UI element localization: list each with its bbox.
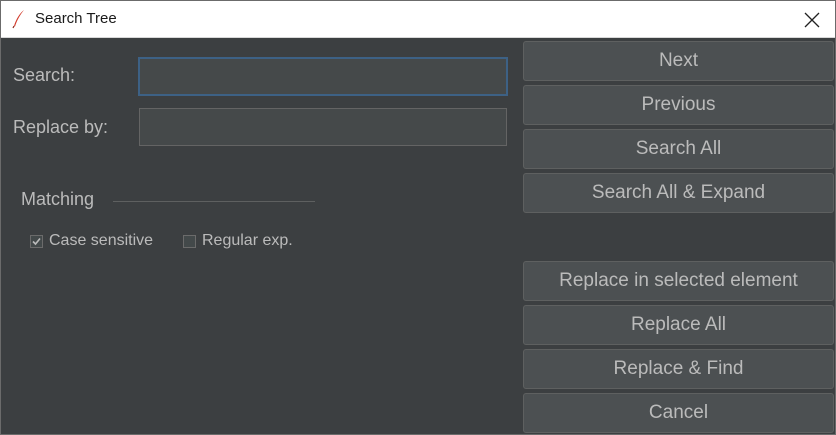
replace-all-button[interactable]: Replace All xyxy=(523,305,834,345)
search-tree-dialog: Search Tree Search: Replace by: Matching… xyxy=(0,0,836,435)
replace-in-selected-button[interactable]: Replace in selected element xyxy=(523,261,834,301)
matching-group-divider xyxy=(113,201,315,202)
search-all-expand-button[interactable]: Search All & Expand xyxy=(523,173,834,213)
replace-label: Replace by: xyxy=(13,117,109,137)
checkbox-unchecked-icon xyxy=(183,234,196,248)
matching-group-label: Matching xyxy=(21,189,95,209)
search-label: Search: xyxy=(13,65,76,85)
search-input[interactable] xyxy=(138,57,508,96)
window-title: Search Tree xyxy=(35,10,117,27)
previous-button[interactable]: Previous xyxy=(523,85,834,125)
next-button[interactable]: Next xyxy=(523,41,834,81)
regular-exp-label: Regular exp. xyxy=(202,232,293,249)
title-bar: Search Tree xyxy=(1,1,835,38)
replace-input[interactable] xyxy=(139,108,507,146)
regular-exp-checkbox[interactable]: Regular exp. xyxy=(183,230,293,252)
case-sensitive-label: Case sensitive xyxy=(49,232,154,249)
search-all-button[interactable]: Search All xyxy=(523,129,834,169)
checkbox-checked-icon xyxy=(30,234,43,248)
close-button[interactable] xyxy=(789,1,835,38)
close-icon xyxy=(804,12,820,28)
replace-find-button[interactable]: Replace & Find xyxy=(523,349,834,389)
cancel-button[interactable]: Cancel xyxy=(523,393,834,433)
feather-icon xyxy=(11,9,27,29)
case-sensitive-checkbox[interactable]: Case sensitive xyxy=(30,230,153,252)
